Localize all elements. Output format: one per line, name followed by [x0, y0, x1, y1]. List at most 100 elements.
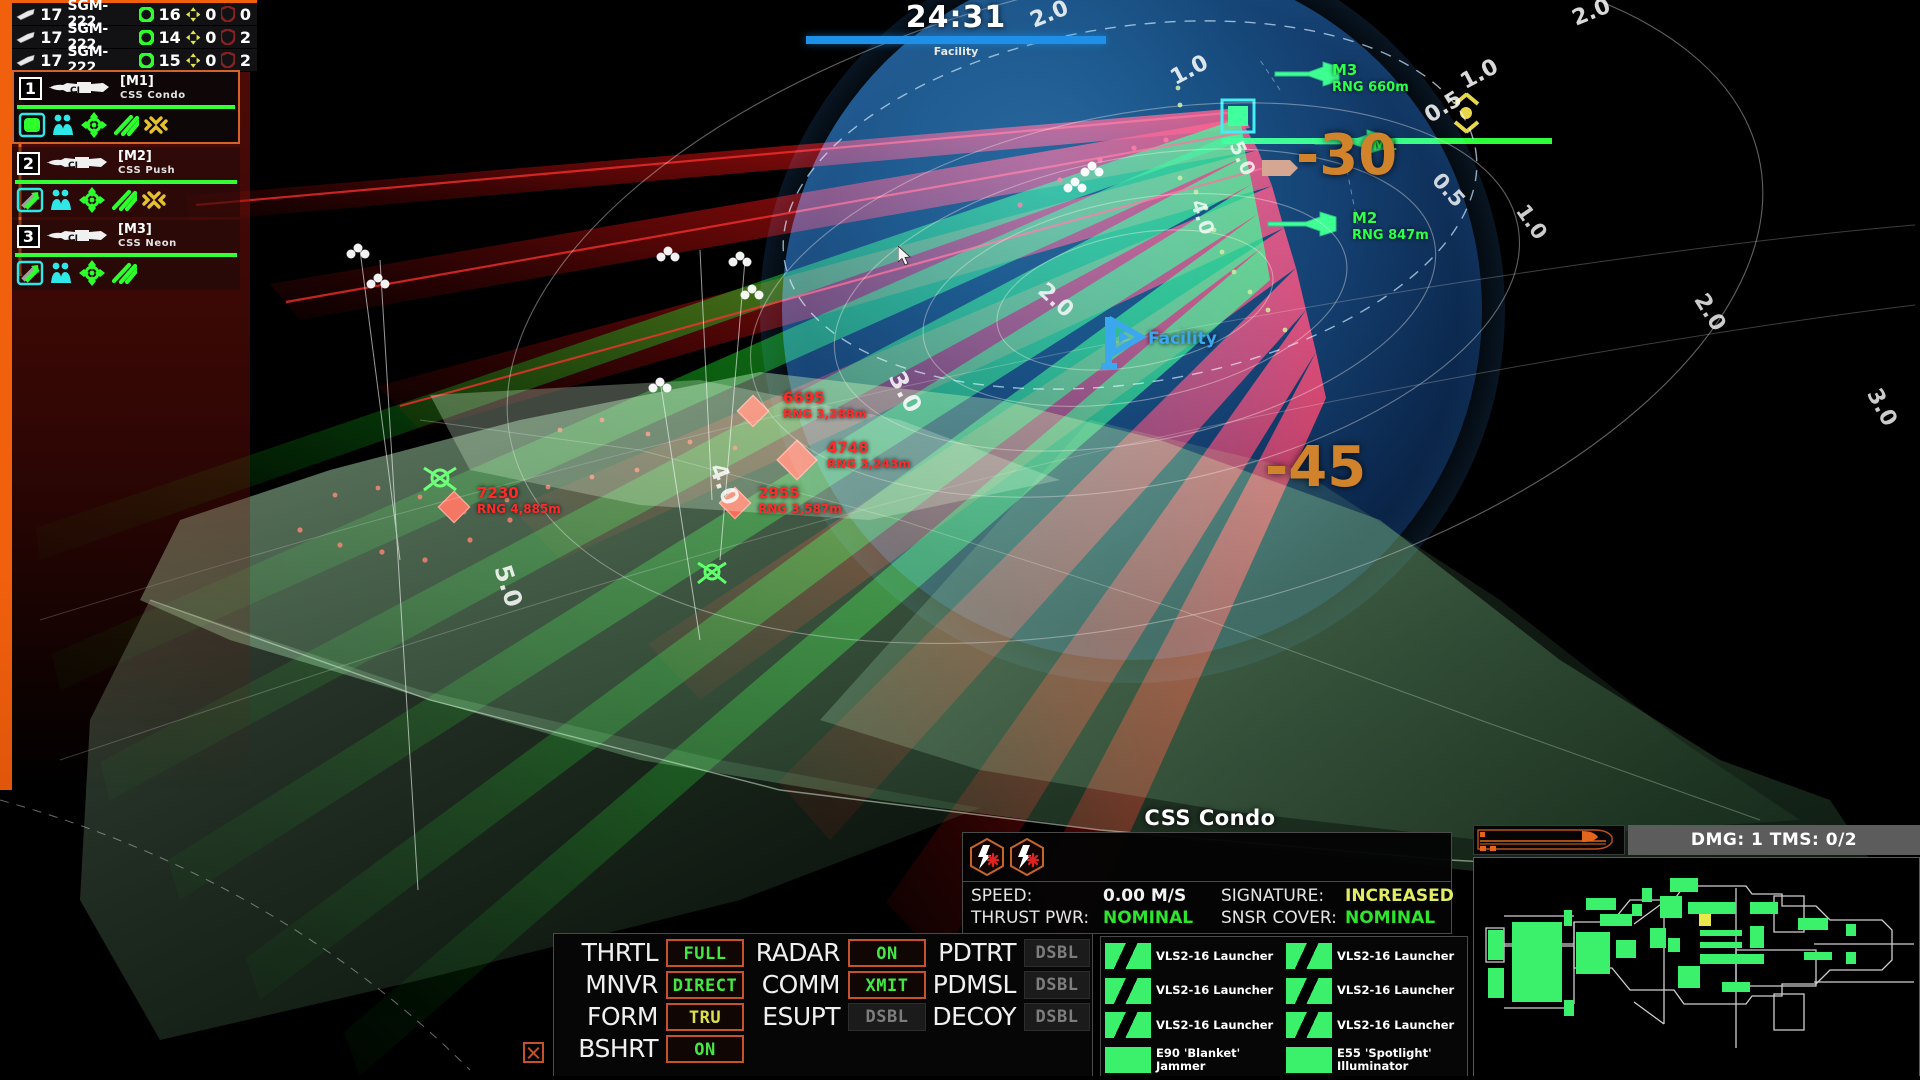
sensor-icon[interactable] [142, 112, 170, 138]
weapon-mount-list[interactable]: VLS2-16 Launcher VLS2-16 Launcher VLS2-16 … [1100, 936, 1468, 1080]
close-panel-button[interactable] [523, 1042, 544, 1063]
mount-item[interactable]: VLS2-16 Launcher [1286, 1009, 1463, 1042]
system-toggle-esupt[interactable]: DSBL [848, 1003, 926, 1031]
mount-item[interactable]: E55 'Spotlight' Illuminator [1286, 1044, 1463, 1077]
salvo-row[interactable]: 17 SGM-222 14 0 2 [12, 21, 257, 53]
mount-status-swatch[interactable] [1105, 1012, 1151, 1039]
system-toggle-comm[interactable]: XMIT [848, 971, 926, 999]
missile-salvo-list[interactable]: 17 SGM-222 16 0 0 17 SGM-222 14 0 2 17 SGM-222 15 0 2 [12, 0, 257, 76]
mission-timer: 24:31 Facility [806, 2, 1106, 60]
roster-entry-m3[interactable]: 3 CI [M3] CSS Neon [12, 220, 240, 290]
svg-text:CI: CI [68, 234, 78, 244]
emissions-warning-icon[interactable] [1009, 838, 1045, 876]
salvo-intercepted: 0 [239, 4, 251, 24]
status-effect-row[interactable] [963, 833, 1451, 882]
salvo-intercepted: 2 [239, 50, 251, 70]
stat-key-speed: SPEED: [971, 886, 1033, 906]
targeting-icon[interactable] [78, 260, 106, 286]
objective-progress-bar [806, 36, 1106, 44]
spread-icon [185, 29, 201, 45]
green-ring-icon [139, 29, 154, 45]
mount-item[interactable]: VLS2-16 Launcher [1105, 1009, 1282, 1042]
mount-status-swatch[interactable] [1105, 943, 1151, 970]
roster-order-icons[interactable] [12, 184, 240, 217]
targeting-icon[interactable] [78, 187, 106, 213]
salvo-row[interactable]: 17 SGM-222 16 0 0 [12, 0, 257, 30]
roster-ship-name: CSS Push [118, 165, 176, 176]
roster-slot-number[interactable]: 1 [19, 77, 42, 100]
status-ok-icon[interactable] [18, 112, 46, 138]
system-toggle-radar[interactable]: ON [848, 939, 926, 967]
crew-icon[interactable] [47, 260, 75, 286]
weapons-icon[interactable] [109, 187, 137, 213]
objective-label: Facility [933, 45, 979, 58]
mount-item[interactable]: VLS2-16 Launcher [1105, 940, 1282, 973]
system-label-radar: RADAR [755, 938, 841, 967]
weapons-icon[interactable] [111, 112, 139, 138]
roster-entry-header: 3 CI [M3] CSS Neon [12, 220, 240, 251]
system-toggle-pdtrt[interactable]: DSBL [1024, 939, 1090, 967]
roster-order-icons[interactable] [14, 109, 238, 142]
system-toggle-form[interactable]: TRU [666, 1003, 744, 1031]
crew-icon[interactable] [47, 187, 75, 213]
move-order-icon[interactable] [16, 187, 44, 213]
roster-entry-names: [M1] CSS Condo [120, 75, 186, 102]
roster-slot-number[interactable]: 3 [17, 225, 40, 248]
system-toggle-decoy[interactable]: DSBL [1024, 1003, 1090, 1031]
weapons-icon[interactable] [109, 260, 137, 286]
crew-icon[interactable] [49, 112, 77, 138]
targeting-icon[interactable] [80, 112, 108, 138]
system-toggle-thrtl[interactable]: FULL [666, 939, 744, 967]
stat-value-thrustpwr: NOMINAL [1103, 908, 1194, 928]
mount-status-swatch[interactable] [1286, 977, 1332, 1004]
system-toggle-empty [1024, 1035, 1090, 1063]
missile-icon [16, 8, 35, 20]
mount-status-swatch[interactable] [1286, 943, 1332, 970]
mount-name: VLS2-16 Launcher [1156, 1017, 1274, 1032]
system-label-mnvr: MNVR [585, 970, 658, 999]
sensor-icon[interactable] [140, 187, 168, 213]
system-label-bshrt: BSHRT [578, 1034, 658, 1063]
svg-text:CI: CI [68, 161, 78, 171]
system-label-pdmsl: PDMSL [932, 970, 1017, 999]
roster-entry-m1[interactable]: 1 CI [M1] CSS Condo [12, 70, 240, 144]
system-label-thrtl: THRTL [581, 938, 659, 967]
mount-status-swatch[interactable] [1105, 977, 1151, 1004]
ship-roster-panel[interactable]: 1 CI [M1] CSS Condo 2 CI [M2] CSS Push 3 CI [M3] CS… [12, 70, 240, 293]
roster-entry-m2[interactable]: 2 CI [M2] CSS Push [12, 147, 240, 217]
salvo-count: 17 [40, 50, 63, 70]
ship-systems-panel[interactable]: THRTL FULL RADAR ON PDTRT DSBL MNVR DIRECT COMM X… [553, 933, 1093, 1080]
roster-slot-number[interactable]: 2 [17, 152, 40, 175]
mount-name: E90 'Blanket' Jammer [1156, 1045, 1241, 1073]
system-toggle-pdmsl[interactable]: DSBL [1024, 971, 1090, 999]
roster-ship-tag: [M3] [118, 222, 152, 237]
mount-status-swatch[interactable] [1286, 1046, 1332, 1073]
stat-key-thrustpwr: THRUST PWR: [971, 908, 1090, 928]
system-label-esupt: ESUPT [762, 1002, 840, 1031]
move-order-icon[interactable] [16, 260, 44, 286]
salvo-row[interactable]: 17 SGM-222 15 0 2 [12, 44, 257, 76]
system-toggle-mnvr[interactable]: DIRECT [666, 971, 744, 999]
roster-order-icons[interactable] [12, 257, 240, 290]
hull-damage-strip [1473, 825, 1625, 855]
ship-schematic[interactable] [1473, 857, 1920, 1080]
mount-status-swatch[interactable] [1105, 1046, 1151, 1073]
window-bottom-edge [0, 1076, 1920, 1080]
timer-value: 24:31 [905, 0, 1007, 35]
roster-ship-name: CSS Condo [120, 90, 186, 101]
mount-item[interactable]: VLS2-16 Launcher [1286, 975, 1463, 1008]
system-label-pdtrt: PDTRT [938, 938, 1016, 967]
ship-silhouette-icon: CI [47, 229, 107, 244]
emissions-warning-icon[interactable] [969, 838, 1005, 876]
mount-item[interactable]: VLS2-16 Launcher [1286, 940, 1463, 973]
stat-value-signature: INCREASED [1345, 886, 1454, 906]
mount-status-swatch[interactable] [1286, 1012, 1332, 1039]
game-viewport: 2.0 2.0 1.0 1.0 0.5 0.5 1.0 2.0 3.0 5.0 … [0, 0, 1920, 1080]
mount-item[interactable]: VLS2-16 Launcher [1105, 975, 1282, 1008]
shield-icon [221, 29, 235, 45]
salvo-spread: 0 [205, 50, 217, 70]
mount-item[interactable]: E90 'Blanket' Jammer [1105, 1044, 1282, 1077]
shield-icon [221, 6, 235, 22]
system-toggle-bshrt[interactable]: ON [666, 1035, 744, 1063]
flag-icon [1101, 315, 1147, 370]
